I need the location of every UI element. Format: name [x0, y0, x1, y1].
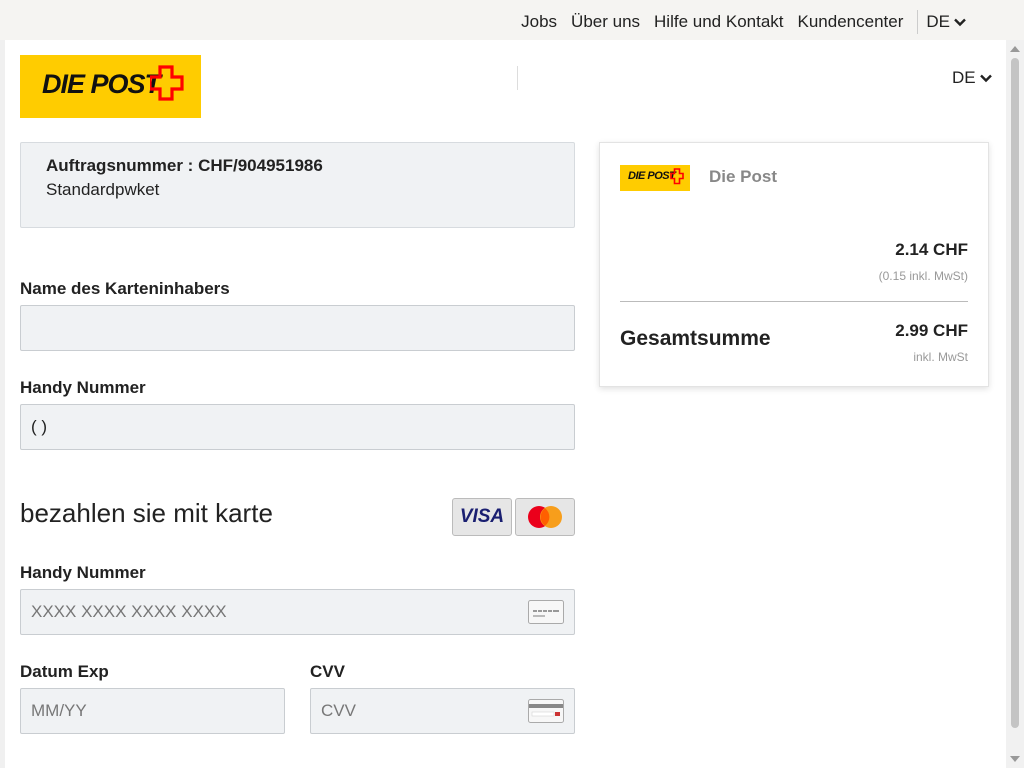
expiry-input[interactable]: [20, 688, 285, 734]
scroll-down-arrow-icon[interactable]: [1010, 756, 1020, 762]
summary-die-post-logo: DIE POST: [620, 165, 690, 191]
nav-link-about[interactable]: Über uns: [571, 12, 640, 32]
merchant-name: Die Post: [709, 167, 778, 186]
swiss-cross-icon: [150, 65, 184, 101]
card-number-input[interactable]: [20, 589, 575, 635]
item-price: 2.14 CHF: [895, 240, 968, 259]
scroll-up-arrow-icon[interactable]: [1010, 46, 1020, 52]
cvv-label: CVV: [310, 662, 345, 681]
logo-wordmark: DIE POST: [42, 69, 161, 99]
phone-input[interactable]: [20, 404, 575, 450]
order-number: Auftragsnummer : CHF/904951986: [46, 156, 323, 175]
chevron-down-icon: [954, 18, 966, 26]
nav-link-customer-center[interactable]: Kundencenter: [798, 12, 904, 32]
nav-link-jobs[interactable]: Jobs: [521, 12, 557, 32]
language-selector[interactable]: DE: [926, 12, 966, 32]
card-number-label: Handy Nummer: [20, 563, 146, 582]
cardholder-name-input[interactable]: [20, 305, 575, 351]
card-back-icon: [528, 699, 564, 723]
left-gutter: [0, 40, 5, 768]
visa-badge: VISA: [452, 498, 512, 536]
die-post-logo[interactable]: DIE POST: [20, 55, 201, 118]
header-language-label: DE: [952, 68, 976, 87]
chevron-down-icon: [979, 74, 992, 82]
pay-with-card-heading: bezahlen sie mit karte: [20, 498, 273, 528]
order-info-box: Auftragsnummer : CHF/904951986 Standardp…: [20, 142, 575, 228]
card-front-icon: [528, 600, 564, 624]
scrollbar-thumb[interactable]: [1011, 58, 1019, 728]
swiss-cross-icon: [670, 168, 684, 185]
summary-divider: [620, 301, 968, 302]
top-navigation: Jobs Über uns Hilfe und Kontakt Kundence…: [507, 10, 966, 34]
top-utility-bar: Jobs Über uns Hilfe und Kontakt Kundence…: [0, 0, 1024, 40]
expiry-label: Datum Exp: [20, 662, 109, 681]
visa-logo: VISA: [459, 506, 505, 527]
order-type: Standardpwket: [46, 180, 160, 199]
summary-logo-wordmark: DIE POST: [628, 170, 676, 182]
phone-label: Handy Nummer: [20, 378, 146, 397]
order-summary-card: DIE POST Die Post 2.14 CHF (0.15 inkl. M…: [599, 142, 989, 387]
page-scrollbar[interactable]: [1006, 40, 1024, 768]
nav-divider: [917, 10, 919, 34]
nav-link-help-contact[interactable]: Hilfe und Kontakt: [654, 12, 783, 32]
header-divider: [517, 66, 518, 90]
total-label: Gesamtsumme: [620, 327, 771, 350]
item-vat: (0.15 inkl. MwSt): [878, 269, 968, 283]
total-price: 2.99 CHF: [895, 321, 968, 340]
cardholder-label: Name des Karteninhabers: [20, 279, 230, 298]
mastercard-logo: [528, 506, 562, 528]
mastercard-badge: [515, 498, 575, 536]
language-label: DE: [926, 12, 950, 31]
total-vat: inkl. MwSt: [913, 350, 968, 364]
header-language-selector[interactable]: DE: [952, 68, 992, 88]
